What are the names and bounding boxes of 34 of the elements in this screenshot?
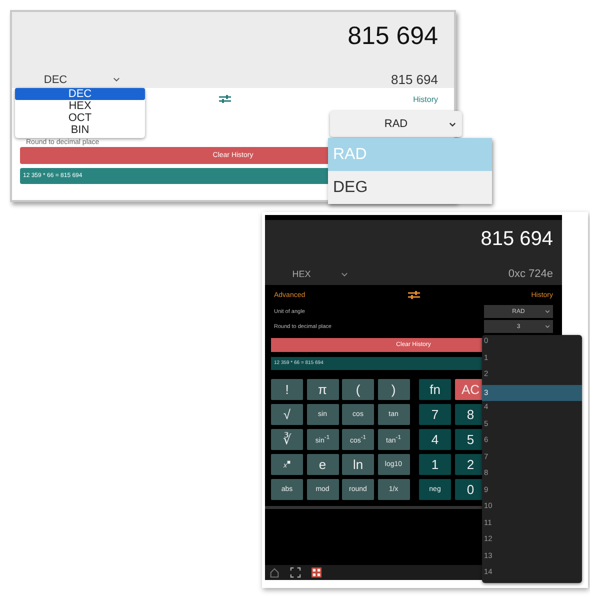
base-select[interactable]: DEC [12,74,152,86]
display-value: 815 694 [346,21,439,52]
settings-icon[interactable] [219,94,231,104]
chevron-icon [113,77,120,82]
calculator-key[interactable]: 1 [419,454,451,475]
settings-icon[interactable] [408,290,420,300]
calculator-key[interactable]: fn [419,379,451,400]
calculator-key[interactable]: √ [271,404,303,425]
history-link[interactable]: History [413,94,438,104]
base-select[interactable]: HEX [265,269,375,279]
display-value: 815 694 [480,227,554,252]
chevron-icon [449,122,456,126]
dropdown-option[interactable]: DEC [15,88,145,100]
home-icon[interactable] [269,567,280,578]
chevron-icon [545,309,550,314]
converted-value: 815 694 [391,72,438,87]
calculator-icon[interactable] [311,567,322,578]
calculator-key[interactable]: 4 [419,429,451,450]
calculator-key[interactable]: ln [342,454,374,475]
calculator-key[interactable]: e [306,454,338,475]
converted-value: 0xc 724e [508,268,553,280]
calculator-key[interactable]: ∛ [271,429,303,450]
angle-select[interactable]: RAD [330,111,462,137]
calculator-key[interactable]: ! [271,379,303,400]
fullscreen-icon[interactable] [290,567,301,578]
calculator-key[interactable]: ( [342,379,374,400]
calculator-key[interactable]: π [306,379,338,400]
chevron-icon [340,272,348,276]
calculator-key[interactable]: 7 [419,404,451,425]
dropdown-option[interactable]: HEX [15,100,145,112]
dropdown-option[interactable]: BIN [15,124,145,136]
dropdown-option[interactable]: OCT [15,112,145,124]
chevron-icon [545,324,550,329]
calculator-key[interactable]: ) [378,379,410,400]
